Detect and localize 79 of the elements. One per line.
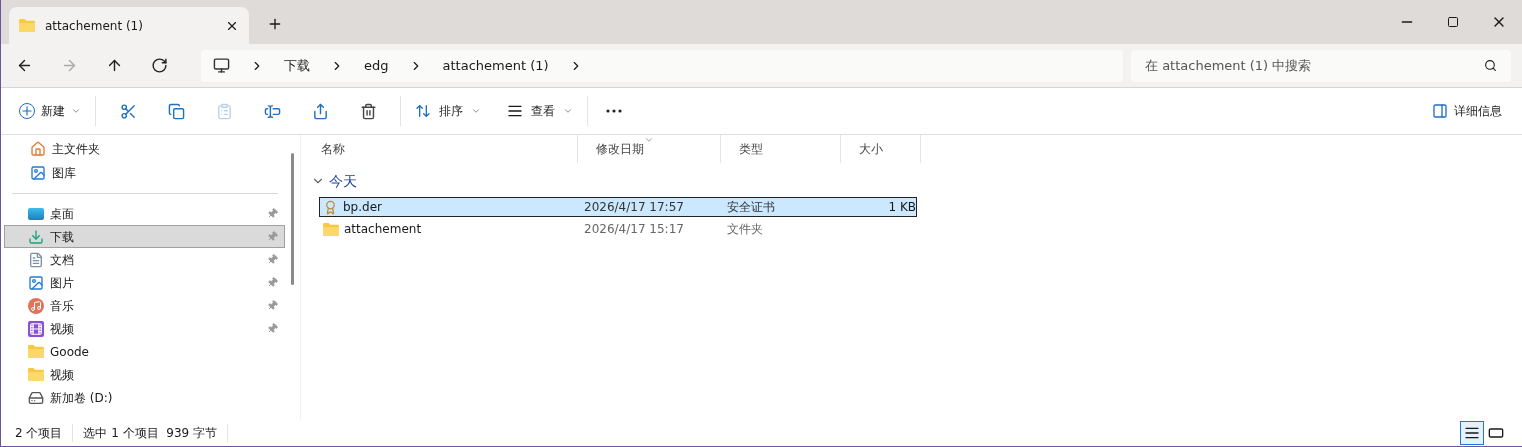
picture-icon <box>28 274 44 291</box>
folder-icon <box>19 19 35 32</box>
tab[interactable]: attachement (1) <box>9 7 249 44</box>
file-type: 文件夹 <box>727 221 764 238</box>
sidebar-item[interactable]: 图库 <box>4 161 289 185</box>
computer-icon <box>213 57 230 74</box>
certificate-icon <box>323 199 338 215</box>
search-placeholder: 在 attachement (1) 中搜索 <box>1145 56 1313 75</box>
search-field[interactable]: 在 attachement (1) 中搜索 <box>1131 49 1511 82</box>
new-tab-icon[interactable] <box>267 16 283 32</box>
home-icon <box>30 141 46 157</box>
panel-icon <box>1432 103 1448 119</box>
group-header[interactable]: 今天 <box>303 171 1522 191</box>
sidebar-item[interactable]: 新加卷 (D:) <box>4 386 285 409</box>
more-icon <box>606 109 622 113</box>
sidebar-item[interactable]: 视频 <box>4 363 285 386</box>
refresh-icon <box>151 57 168 74</box>
folder-icon <box>28 345 44 358</box>
sort-caret-icon <box>644 135 654 145</box>
share-icon <box>311 102 329 120</box>
breadcrumb-item[interactable]: edg <box>364 55 389 76</box>
item-count: 2 个项目 <box>15 424 74 442</box>
up-arrow-icon <box>106 57 123 74</box>
document-icon <box>28 251 44 268</box>
sidebar-item[interactable]: 音乐 <box>4 294 285 317</box>
back-arrow-icon <box>16 57 33 74</box>
plus-icon <box>19 103 35 119</box>
address-bar[interactable]: 下载 edg attachement (1) <box>201 49 1123 82</box>
file-date: 2026/4/17 17:57 <box>584 199 685 216</box>
lines-icon <box>507 103 523 119</box>
cut-icon <box>119 102 137 120</box>
desktop-icon <box>28 207 44 220</box>
sidebar-item[interactable]: 文档 <box>4 248 285 271</box>
new-button[interactable]: 新建 <box>13 95 87 127</box>
copy-icon <box>167 102 185 120</box>
column-header[interactable]: 大小 <box>841 135 921 163</box>
breadcrumb-item[interactable]: 下载 <box>284 55 310 76</box>
caret-icon <box>71 106 81 116</box>
video-icon <box>28 320 44 337</box>
gallery-icon <box>30 165 46 181</box>
file-row[interactable]: attachement 2026/4/17 15:17 文件夹 <box>319 219 917 239</box>
caret-icon <box>563 106 573 116</box>
scrollbar[interactable] <box>291 153 294 285</box>
file-name: bp.der <box>343 199 382 216</box>
rename-icon <box>263 102 281 120</box>
view-button[interactable]: 查看 <box>501 95 579 127</box>
paste-icon <box>215 102 233 120</box>
column-header[interactable]: 名称 <box>303 135 578 163</box>
file-date: 2026/4/17 15:17 <box>584 221 685 238</box>
rectangle-icon <box>1488 425 1504 441</box>
sidebar-item[interactable]: 图片 <box>4 271 285 294</box>
delete-icon <box>359 102 377 120</box>
details-view-button[interactable] <box>1460 421 1484 445</box>
maximize-icon[interactable] <box>1447 16 1459 28</box>
music-icon <box>28 297 44 314</box>
breadcrumb-item[interactable]: attachement (1) <box>442 55 549 76</box>
file-row[interactable]: bp.der 2026/4/17 17:57 安全证书 1 KB <box>319 197 917 217</box>
sort-button[interactable]: 排序 <box>409 95 487 127</box>
sort-icon <box>415 103 431 119</box>
details-pane-button[interactable]: 详细信息 <box>1424 95 1510 127</box>
tab-title: attachement (1) <box>45 17 144 35</box>
selection-info: 选中 1 个项目 939 字节 <box>73 424 229 442</box>
file-size: 1 KB <box>888 200 916 214</box>
sidebar-item[interactable]: 下载 <box>4 225 285 248</box>
column-header[interactable]: 修改日期 <box>578 135 721 163</box>
folder-icon <box>323 222 339 236</box>
folder-icon <box>28 368 44 381</box>
sidebar-item[interactable]: Goode <box>4 340 285 363</box>
caret-icon <box>471 106 481 116</box>
download-icon <box>28 228 44 245</box>
file-type: 安全证书 <box>727 199 776 216</box>
lines-icon <box>1464 425 1480 441</box>
drive-icon <box>28 389 44 406</box>
column-header[interactable]: 类型 <box>721 135 841 163</box>
search-icon <box>1484 59 1497 72</box>
file-name: attachement <box>344 221 422 238</box>
sidebar-item[interactable]: 主文件夹 <box>4 137 289 161</box>
sidebar-item[interactable]: 桌面 <box>4 202 285 225</box>
sidebar-item[interactable]: 视频 <box>4 317 285 340</box>
